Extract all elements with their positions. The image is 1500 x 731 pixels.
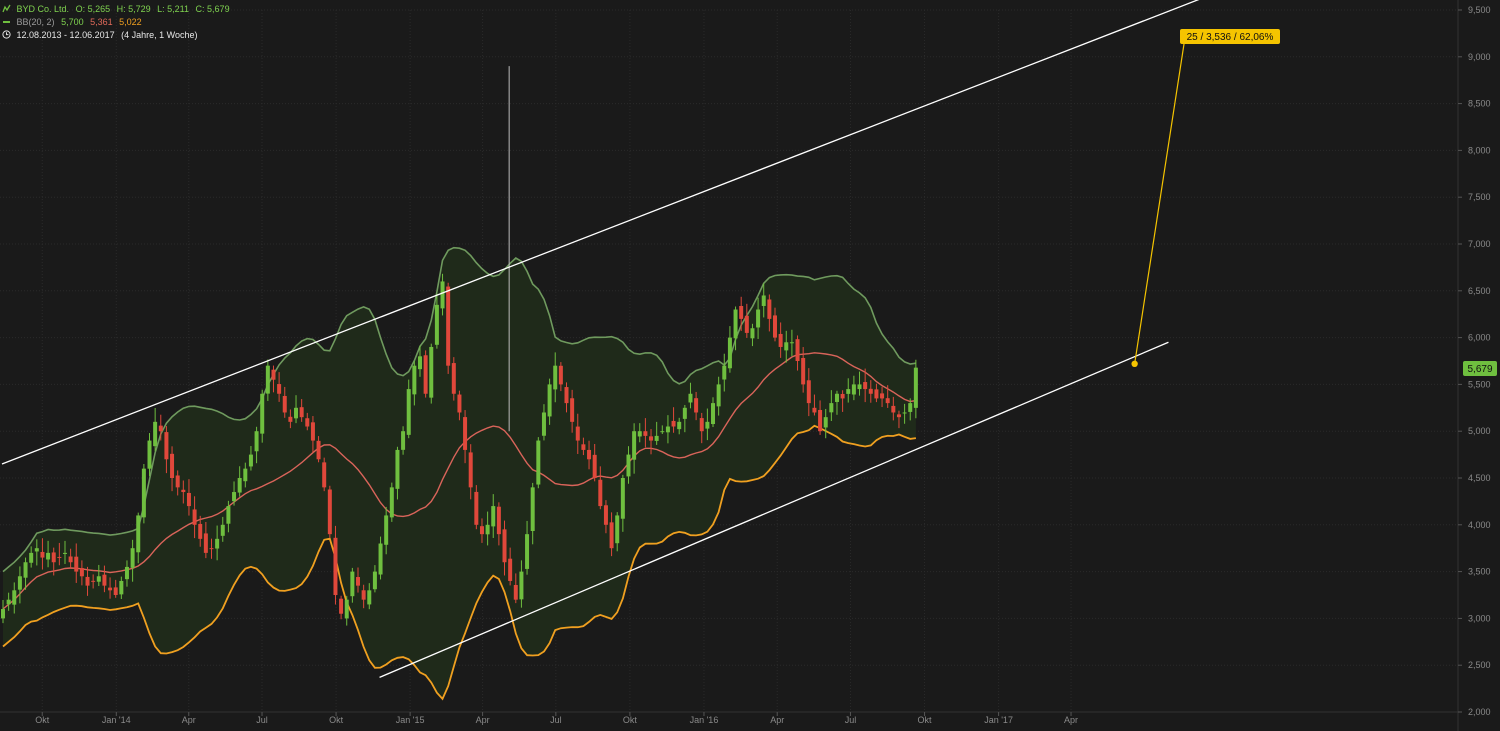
x-tick-label: Apr	[182, 715, 196, 725]
y-tick-label: 9,500	[1468, 5, 1491, 15]
y-tick-label: 7,000	[1468, 239, 1491, 249]
y-tick-label: 6,000	[1468, 333, 1491, 343]
indicator-line-icon	[3, 21, 10, 23]
x-tick-label: Jan '14	[102, 715, 131, 725]
y-tick-label: 3,000	[1468, 613, 1491, 623]
candle	[344, 595, 349, 626]
x-tick-label: Jul	[845, 715, 857, 725]
bb-upper-value: 5,700	[61, 17, 84, 27]
projection-line[interactable]	[1134, 35, 1186, 364]
candle	[339, 595, 344, 620]
date-range: 12.08.2013 - 12.06.2017	[16, 30, 115, 40]
y-tick-label: 2,000	[1468, 707, 1491, 717]
close-value: C: 5,679	[195, 4, 230, 14]
bollinger-band-fill	[3, 247, 916, 699]
last-price-text: 5,679	[1467, 364, 1492, 375]
candle	[446, 282, 451, 374]
candle	[327, 485, 332, 538]
instrument-name: BYD Co. Ltd.	[16, 4, 70, 14]
y-tick-label: 7,500	[1468, 192, 1491, 202]
y-tick-label: 9,000	[1468, 52, 1491, 62]
low-value: L: 5,211	[157, 4, 190, 14]
bb-middle-value: 5,361	[90, 17, 113, 27]
last-price-badge: 5,679	[1463, 361, 1497, 376]
x-tick-label: Apr	[770, 715, 784, 725]
date-span: (4 Jahre, 1 Woche)	[121, 30, 198, 40]
clock-icon	[2, 30, 11, 39]
y-tick-label: 8,000	[1468, 145, 1491, 155]
x-tick-label: Apr	[1064, 715, 1078, 725]
header-line-indicator: BB(20, 2) 5,700 5,361 5,022	[2, 17, 146, 28]
x-axis: Okt Jan '14 Apr Jul Okt Jan '15 Apr Jul Okt Jan '…	[0, 711, 1458, 725]
candle	[429, 343, 434, 404]
x-tick-label: Okt	[35, 715, 50, 725]
y-tick-label: 4,500	[1468, 473, 1491, 483]
open-value: O: 5,265	[75, 4, 111, 14]
x-tick-label: Okt	[329, 715, 344, 725]
y-tick-label: 2,500	[1468, 660, 1491, 670]
y-tick-label: 5,000	[1468, 426, 1491, 436]
indicator-name: BB(20, 2)	[16, 17, 55, 27]
x-tick-label: Jan '17	[984, 715, 1013, 725]
x-tick-label: Okt	[623, 715, 638, 725]
projection-label-text: 25 / 3,536 / 62,06%	[1187, 32, 1274, 43]
chart-type-icon[interactable]	[2, 4, 11, 13]
candle	[153, 407, 158, 452]
x-tick-label: Jan '16	[690, 715, 719, 725]
y-tick-label: 3,500	[1468, 567, 1491, 577]
candle	[141, 464, 146, 524]
projection-start-handle[interactable]	[1131, 360, 1138, 368]
projection-label: 25 / 3,536 / 62,06%	[1180, 29, 1280, 44]
y-tick-label: 6,500	[1468, 286, 1491, 296]
candle	[423, 350, 428, 398]
candle	[389, 482, 394, 522]
candle	[727, 326, 732, 373]
header-line-instrument: BYD Co. Ltd. O: 5,265 H: 5,729 L: 5,211 …	[2, 4, 234, 15]
bb-lower-value: 5,022	[119, 17, 142, 27]
x-tick-label: Jul	[550, 715, 562, 725]
x-tick-label: Apr	[476, 715, 490, 725]
y-tick-label: 4,000	[1468, 520, 1491, 530]
y-tick-label: 5,500	[1468, 379, 1491, 389]
candle	[536, 437, 541, 489]
y-tick-label: 8,500	[1468, 99, 1491, 109]
candle	[744, 303, 749, 338]
x-tick-label: Okt	[918, 715, 933, 725]
header-line-range: 12.08.2013 - 12.06.2017 (4 Jahre, 1 Woch…	[2, 30, 202, 41]
x-tick-label: Jul	[256, 715, 268, 725]
candle	[322, 457, 327, 492]
high-value: H: 5,729	[116, 4, 151, 14]
x-tick-label: Jan '15	[396, 715, 425, 725]
price-chart[interactable]: 25 / 3,536 / 62,06% 9,500 9,000 8,500 8,000…	[0, 0, 1500, 731]
